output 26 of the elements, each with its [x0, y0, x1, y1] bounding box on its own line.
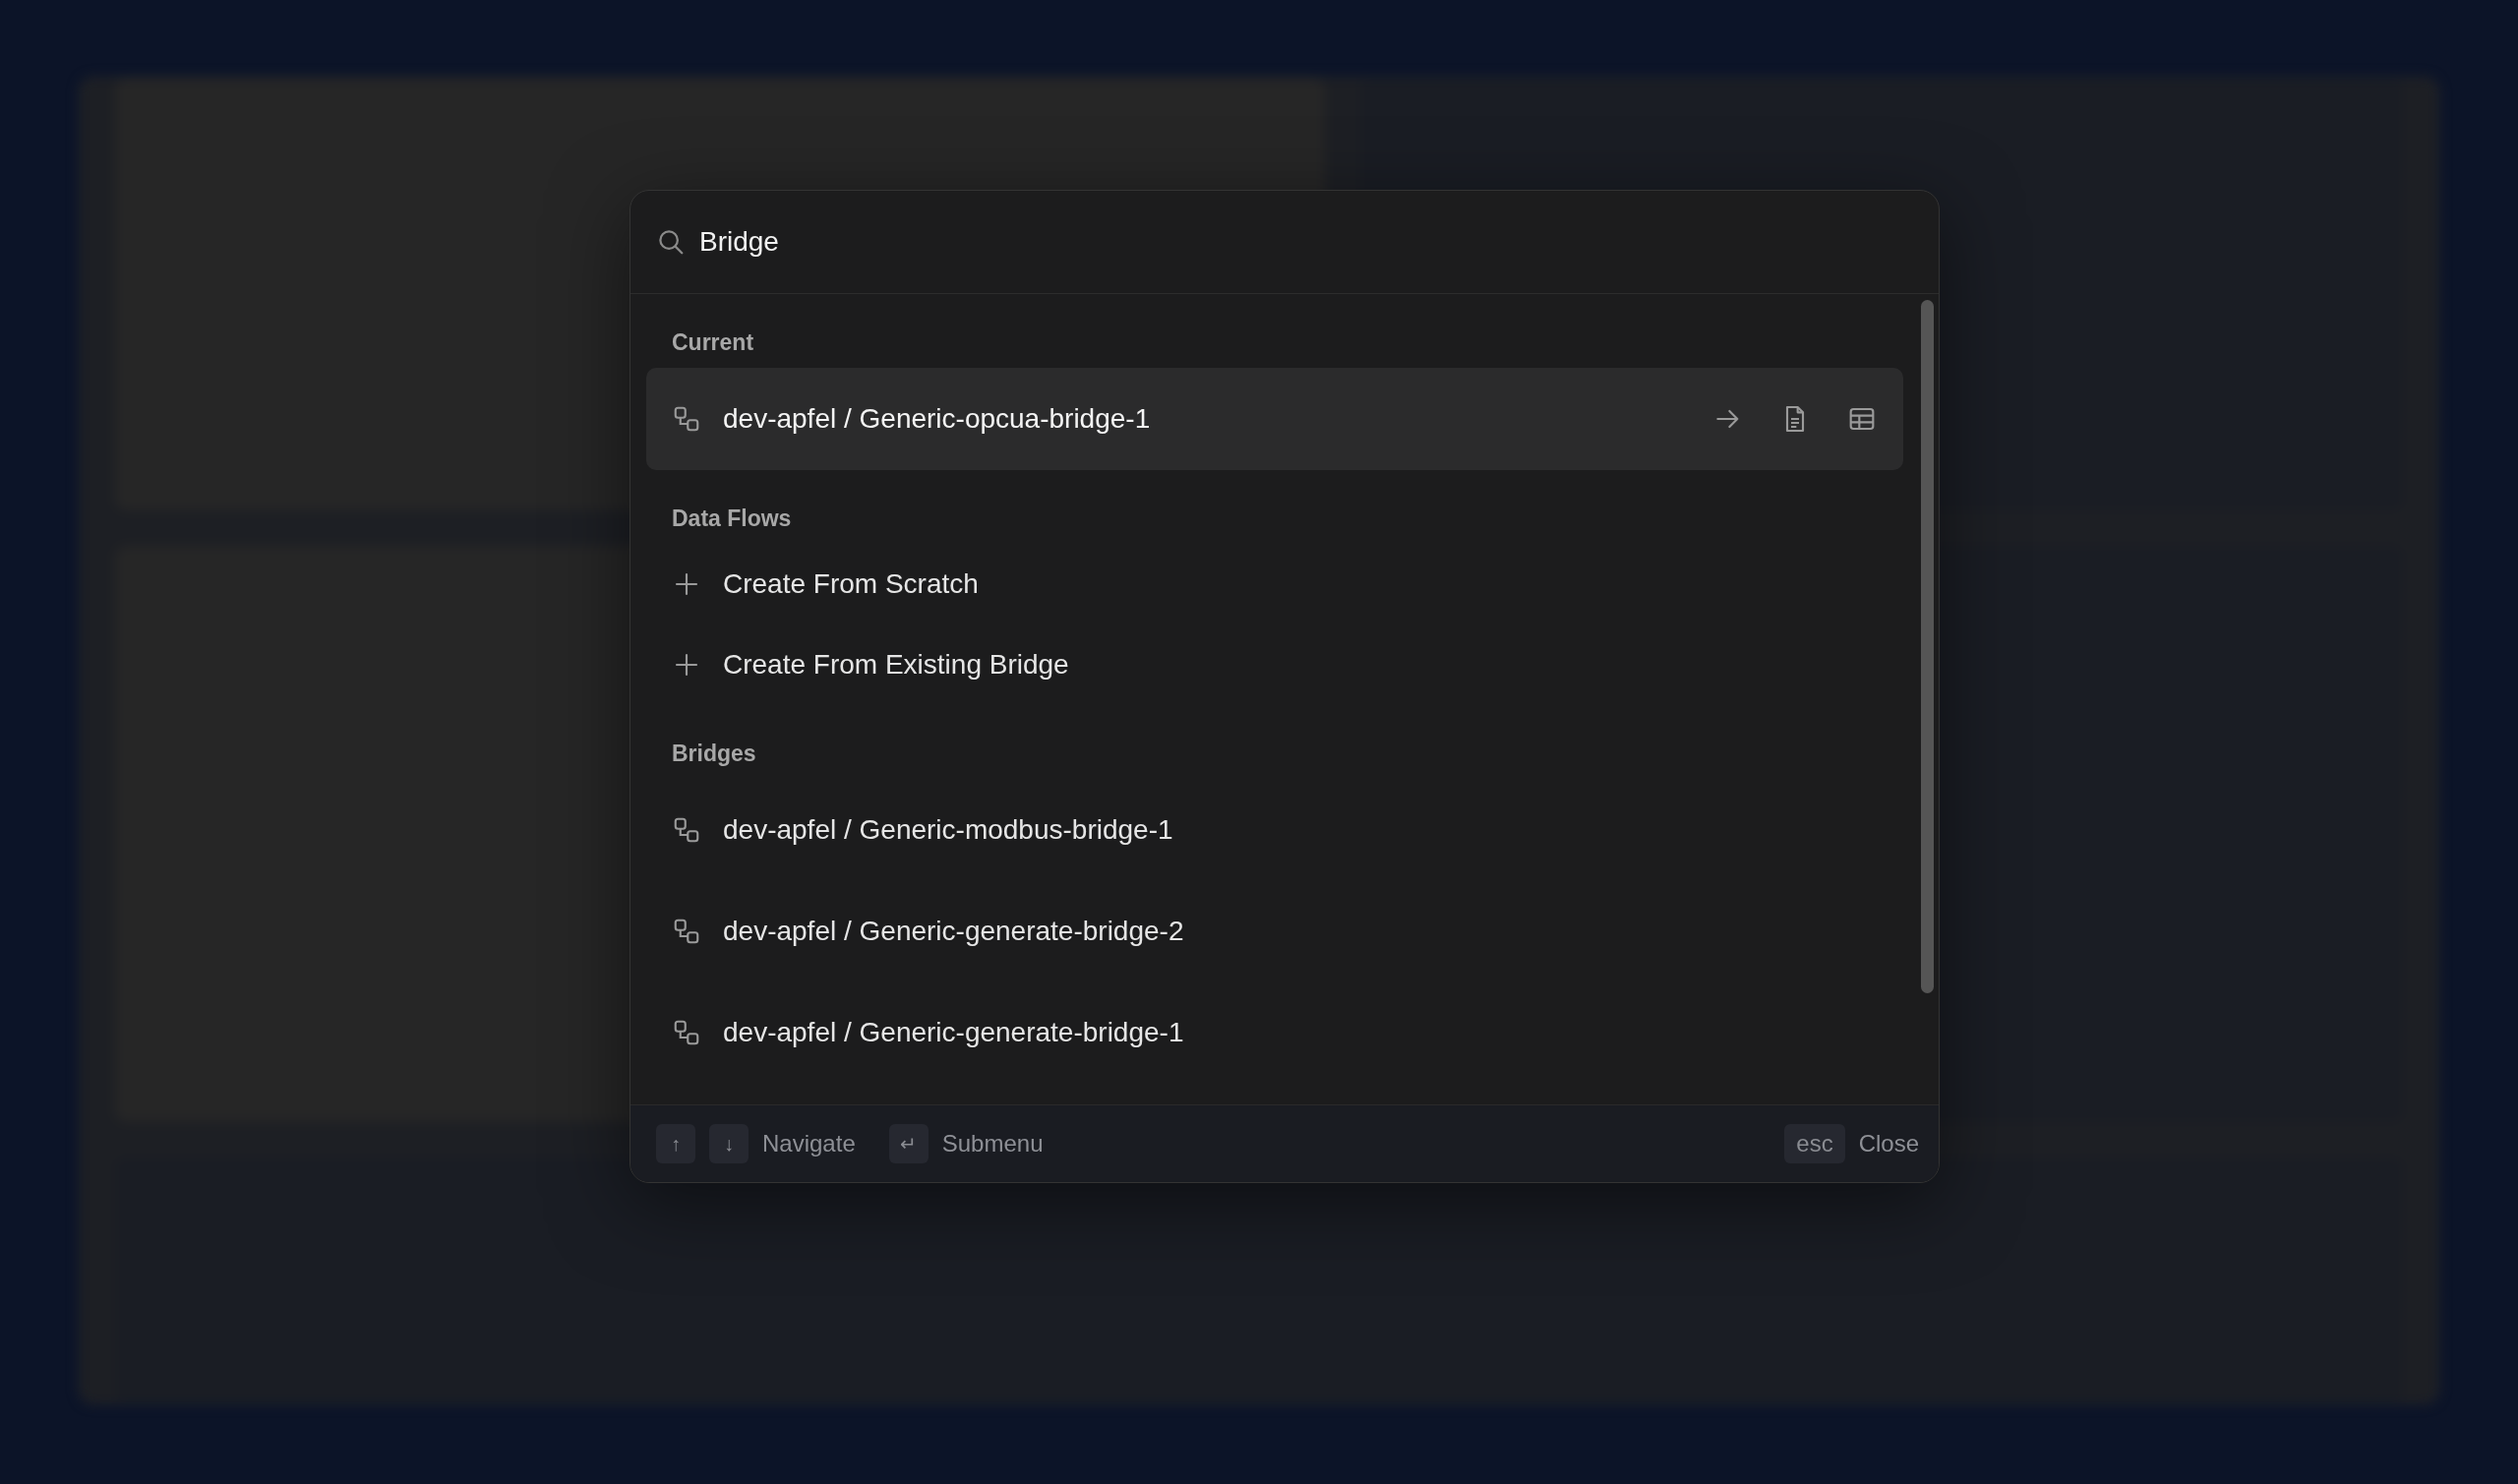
- search-icon: [656, 227, 686, 257]
- command-item[interactable]: dev-apfel / Generic-opcua-bridge-1: [646, 368, 1903, 470]
- bridge-icon: [672, 404, 701, 434]
- search-field[interactable]: Bridge: [699, 226, 1913, 258]
- hint-label: Close: [1858, 1130, 1919, 1158]
- command-item[interactable]: dev-apfel / Generic-modbus-bridge-1: [646, 779, 1903, 880]
- key-hint: ↑: [656, 1124, 695, 1163]
- key-hint: ↓: [709, 1124, 749, 1163]
- command-item[interactable]: dev-apfel / Generic-generate-bridge-2: [646, 880, 1903, 981]
- section-heading: Bridges: [671, 740, 757, 768]
- item-label: Create From Existing Bridge: [723, 649, 1069, 681]
- item-label: dev-apfel / Generic-opcua-bridge-1: [723, 403, 1151, 435]
- command-item[interactable]: Create From Scratch: [646, 544, 1903, 624]
- item-label: dev-apfel / Generic-generate-bridge-2: [723, 915, 1184, 947]
- command-item[interactable]: dev-apfel / Generic-generate-bridge-1: [646, 981, 1903, 1083]
- section-heading: Current: [671, 328, 755, 357]
- section-heading: Data Flows: [671, 505, 793, 533]
- scrollbar[interactable]: [1921, 300, 1934, 993]
- item-label: dev-apfel / Generic-generate-bridge-1: [723, 1016, 1184, 1048]
- hint-label: Submenu: [941, 1130, 1044, 1158]
- item-label: dev-apfel / Generic-modbus-bridge-1: [723, 813, 1173, 846]
- key-hint: esc: [1784, 1124, 1845, 1163]
- key-hint: ↵: [888, 1124, 929, 1163]
- command-item[interactable]: Create From Existing Bridge: [646, 624, 1903, 705]
- item-label: Create From Scratch: [723, 568, 979, 600]
- hint-label: Navigate: [762, 1130, 856, 1158]
